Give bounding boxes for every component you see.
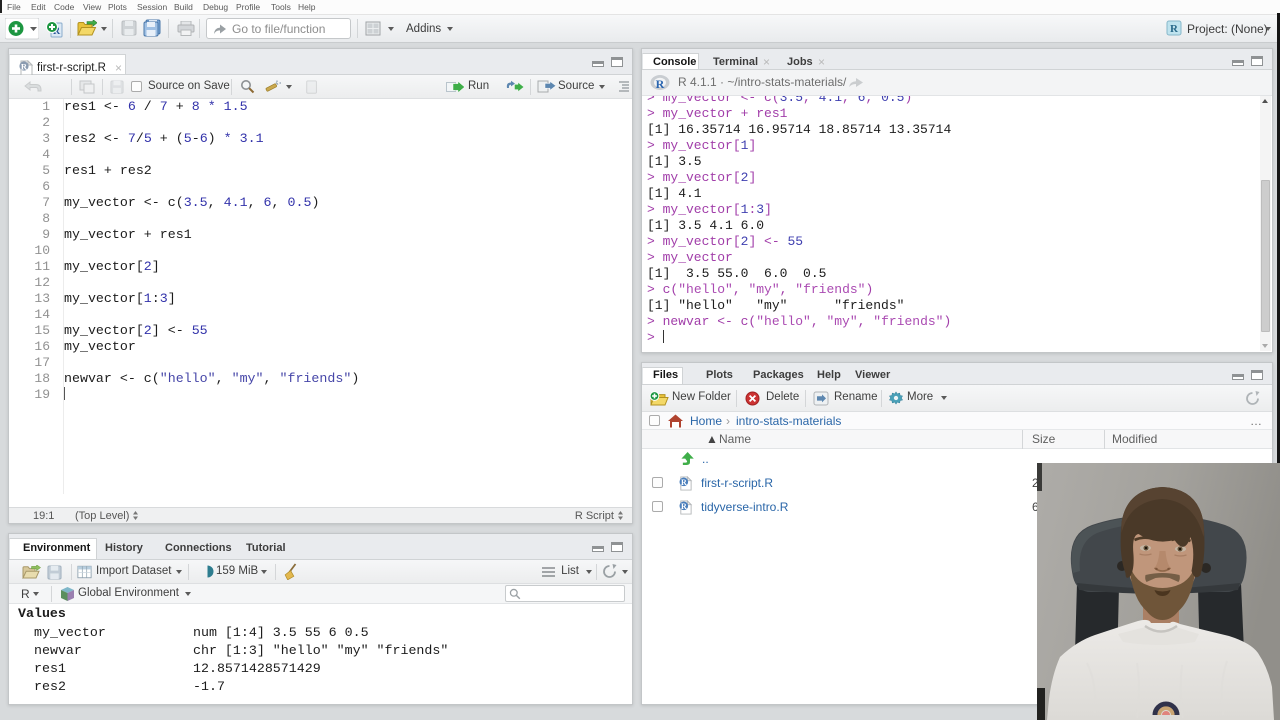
svg-text:R: R <box>681 478 687 487</box>
svg-text:R: R <box>656 77 665 91</box>
svg-text:R: R <box>21 61 28 71</box>
svg-text:R: R <box>1170 23 1179 35</box>
svg-text:R: R <box>681 502 687 511</box>
